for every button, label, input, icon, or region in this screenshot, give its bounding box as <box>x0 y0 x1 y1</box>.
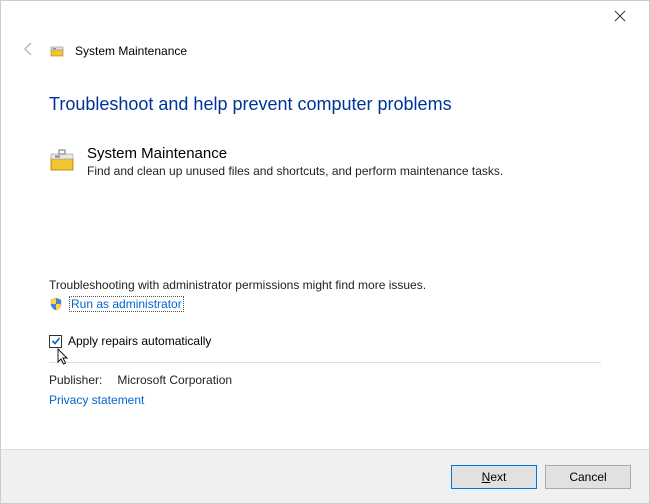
cancel-button[interactable]: Cancel <box>545 465 631 489</box>
close-icon <box>614 10 626 22</box>
content-area: Troubleshoot and help prevent computer p… <box>1 70 649 449</box>
troubleshooter-hero: System Maintenance Find and clean up unu… <box>49 145 601 178</box>
troubleshooter-window: System Maintenance Troubleshoot and help… <box>0 0 650 504</box>
page-heading: Troubleshoot and help prevent computer p… <box>49 94 601 115</box>
back-arrow-icon <box>21 41 37 57</box>
apply-repairs-checkbox[interactable] <box>49 335 62 348</box>
uac-shield-icon <box>49 297 63 311</box>
publisher-label: Publisher: <box>49 373 114 387</box>
publisher-value: Microsoft Corporation <box>117 373 232 387</box>
hero-text: System Maintenance Find and clean up unu… <box>87 145 503 178</box>
titlebar <box>1 1 649 35</box>
run-as-admin-row: Run as administrator <box>49 296 601 312</box>
next-button[interactable]: Next <box>451 465 537 489</box>
back-button <box>19 41 39 60</box>
apply-repairs-row: Apply repairs automatically <box>49 334 601 358</box>
divider <box>49 362 601 363</box>
publisher-row: Publisher: Microsoft Corporation <box>49 373 601 387</box>
hero-title: System Maintenance <box>87 145 503 162</box>
footer: Next Cancel <box>1 449 649 503</box>
close-button[interactable] <box>605 9 635 27</box>
hero-description: Find and clean up unused files and short… <box>87 164 503 178</box>
admin-hint-text: Troubleshooting with administrator permi… <box>49 278 601 292</box>
run-as-admin-link[interactable]: Run as administrator <box>69 296 184 312</box>
apply-repairs-label[interactable]: Apply repairs automatically <box>68 334 211 348</box>
privacy-statement-link[interactable]: Privacy statement <box>49 393 601 407</box>
cursor-icon <box>57 348 71 368</box>
header-row: System Maintenance <box>1 35 649 70</box>
next-button-rest: ext <box>490 470 506 484</box>
toolbox-icon <box>49 147 75 173</box>
system-maintenance-icon <box>49 43 65 59</box>
check-icon <box>51 336 61 346</box>
window-title: System Maintenance <box>75 44 187 58</box>
